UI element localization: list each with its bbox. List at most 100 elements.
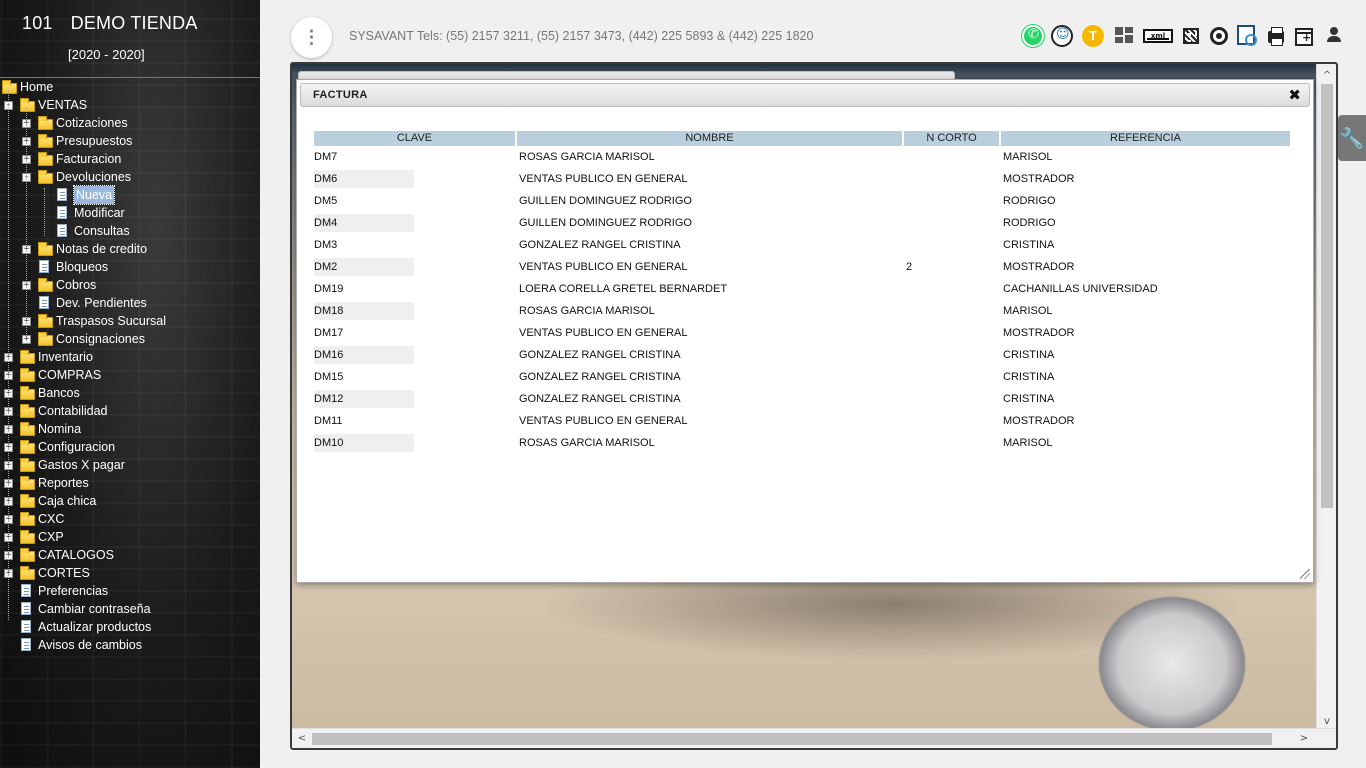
printer-icon[interactable] — [1268, 27, 1284, 46]
column-header-referencia[interactable]: REFERENCIA — [1001, 131, 1290, 146]
whatsapp-icon[interactable] — [1022, 25, 1044, 47]
tree-item-cxp[interactable]: + CXP — [0, 528, 260, 546]
table-row[interactable]: DM4 GUILLEN DOMINGUEZ RODRIGO RODRIGO — [314, 212, 1290, 234]
table-row[interactable]: DM5 GUILLEN DOMINGUEZ RODRIGO RODRIGO — [314, 190, 1290, 212]
wrench-icon[interactable]: 🔧 — [1338, 115, 1366, 161]
dialog-header[interactable]: FACTURA ✖ — [300, 83, 1310, 107]
tree-item-nueva[interactable]: Nueva — [0, 185, 260, 205]
xml-icon[interactable]: xml — [1143, 29, 1173, 43]
document-icon — [57, 188, 67, 201]
tree-item-cambiar-contrase-a[interactable]: Cambiar contraseña — [0, 600, 260, 618]
user-icon[interactable] — [1324, 25, 1344, 45]
table-row[interactable]: DM2 VENTAS PUBLICO EN GENERAL 2 MOSTRADOR — [314, 256, 1290, 278]
target-icon[interactable] — [1210, 27, 1228, 45]
cell-referencia: MOSTRADOR — [1003, 327, 1075, 339]
qr-code-icon[interactable] — [1183, 28, 1199, 44]
tree-item-consignaciones[interactable]: + Consignaciones — [0, 330, 260, 348]
tree-item-cotizaciones[interactable]: + Cotizaciones — [0, 114, 260, 132]
clave-value: DM10 — [314, 434, 414, 452]
table-row[interactable]: DM17 VENTAS PUBLICO EN GENERAL MOSTRADOR — [314, 322, 1290, 344]
cell-n-corto — [904, 432, 999, 454]
table-row[interactable]: DM10 ROSAS GARCIA MARISOL MARISOL — [314, 432, 1290, 454]
tree-item-dev-pendientes[interactable]: Dev. Pendientes — [0, 294, 260, 312]
tree-item-bancos[interactable]: + Bancos — [0, 384, 260, 402]
tree-item-nomina[interactable]: + Nomina — [0, 420, 260, 438]
tree-item-preferencias[interactable]: Preferencias — [0, 582, 260, 600]
tree-item-cxc[interactable]: + CXC — [0, 510, 260, 528]
tree-item-home[interactable]: Home — [0, 78, 260, 96]
horizontal-scrollbar[interactable]: < > — [292, 728, 1336, 748]
tree-item-reportes[interactable]: + Reportes — [0, 474, 260, 492]
tree-item-cortes[interactable]: + CORTES — [0, 564, 260, 582]
tree-item-actualizar-productos[interactable]: Actualizar productos — [0, 618, 260, 636]
clave-value: DM3 — [314, 239, 338, 251]
tree-item-notas-de-credito[interactable]: + Notas de credito — [0, 240, 260, 258]
tree-item-gastos-x-pagar[interactable]: + Gastos X pagar — [0, 456, 260, 474]
cell-nombre: GONZALEZ RANGEL CRISTINA — [519, 349, 681, 361]
new-window-icon[interactable] — [1295, 28, 1313, 46]
clave-value: DM12 — [314, 390, 414, 408]
clave-value: DM15 — [314, 371, 344, 383]
horizontal-scroll-thumb[interactable] — [312, 733, 1272, 745]
tree-item-label: Facturacion — [56, 152, 122, 166]
cell-nombre: VENTAS PUBLICO EN GENERAL — [519, 327, 688, 339]
company-title: 101 DEMO TIENDA — [22, 13, 198, 34]
resize-handle-icon[interactable] — [1300, 569, 1310, 579]
report-search-icon[interactable] — [1237, 25, 1257, 46]
tree-item-avisos-de-cambios[interactable]: Avisos de cambios — [0, 636, 260, 654]
column-header-n-corto[interactable]: N CORTO — [904, 131, 999, 146]
tree-item-compras[interactable]: + COMPRAS — [0, 366, 260, 384]
scroll-right-icon[interactable]: > — [1296, 729, 1312, 748]
tree-item-configuracion[interactable]: + Configuracion — [0, 438, 260, 456]
t-coin-icon[interactable]: T — [1082, 25, 1104, 47]
tree-item-inventario[interactable]: + Inventario — [0, 348, 260, 366]
vertical-scrollbar[interactable]: ^ v — [1316, 64, 1336, 732]
cell-referencia: MOSTRADOR — [1003, 261, 1075, 273]
tree-item-devoluciones[interactable]: - Devoluciones — [0, 168, 260, 186]
menu-button[interactable]: ⋮ — [291, 17, 332, 58]
tree-item-contabilidad[interactable]: + Contabilidad — [0, 402, 260, 420]
tree-item-caja-chica[interactable]: + Caja chica — [0, 492, 260, 510]
tree-item-traspasos-sucursal[interactable]: + Traspasos Sucursal — [0, 312, 260, 330]
cell-clave: DM3 — [314, 234, 515, 256]
support-icon[interactable] — [1051, 25, 1073, 47]
table-row[interactable]: DM16 GONZALEZ RANGEL CRISTINA CRISTINA — [314, 344, 1290, 366]
folder-icon — [20, 548, 35, 562]
tree-item-cobros[interactable]: + Cobros — [0, 276, 260, 294]
table-header-row: CLAVE NOMBRE N CORTO REFERENCIA — [314, 131, 1290, 146]
table-row[interactable]: DM7 ROSAS GARCIA MARISOL MARISOL — [314, 146, 1290, 168]
folder-icon — [20, 566, 35, 580]
table-row[interactable]: DM12 GONZALEZ RANGEL CRISTINA CRISTINA — [314, 388, 1290, 410]
column-header-nombre[interactable]: NOMBRE — [517, 131, 902, 146]
tree-guide-line — [44, 188, 45, 236]
table-row[interactable]: DM19 LOERA CORELLA GRETEL BERNARDET CACHAN… — [314, 278, 1290, 300]
tree-item-consultas[interactable]: Consultas — [0, 222, 260, 240]
table-row[interactable]: DM18 ROSAS GARCIA MARISOL MARISOL — [314, 300, 1290, 322]
cell-clave: DM10 — [314, 432, 515, 454]
folder-icon — [20, 386, 35, 400]
scroll-up-icon[interactable]: ^ — [1317, 68, 1336, 84]
cell-clave: DM6 — [314, 168, 515, 190]
table-row[interactable]: DM6 VENTAS PUBLICO EN GENERAL MOSTRADOR — [314, 168, 1290, 190]
cell-clave: DM2 — [314, 256, 515, 278]
tree-item-bloqueos[interactable]: Bloqueos — [0, 258, 260, 276]
dashboard-grid-icon[interactable] — [1113, 25, 1135, 47]
close-icon[interactable]: ✖ — [1288, 86, 1301, 104]
navigation-tree: Home - VENTAS + Cotizaciones + Presupuestos + Fa… — [0, 78, 260, 654]
cell-clave: DM19 — [314, 278, 515, 300]
cell-referencia: CRISTINA — [1003, 371, 1055, 383]
folder-icon — [20, 350, 35, 364]
tree-item-modificar[interactable]: Modificar — [0, 204, 260, 222]
tree-item-facturacion[interactable]: + Facturacion — [0, 150, 260, 168]
table-row[interactable]: DM15 GONZALEZ RANGEL CRISTINA CRISTINA — [314, 366, 1290, 388]
scroll-left-icon[interactable]: < — [294, 729, 310, 748]
table-row[interactable]: DM3 GONZALEZ RANGEL CRISTINA CRISTINA — [314, 234, 1290, 256]
document-icon — [39, 260, 49, 273]
tree-item-ventas[interactable]: - VENTAS — [0, 96, 260, 114]
table-row[interactable]: DM11 VENTAS PUBLICO EN GENERAL MOSTRADOR — [314, 410, 1290, 432]
tree-item-catalogos[interactable]: + CATALOGOS — [0, 546, 260, 564]
vertical-scroll-thumb[interactable] — [1321, 84, 1333, 508]
tree-item-presupuestos[interactable]: + Presupuestos — [0, 132, 260, 150]
cell-nombre: GUILLEN DOMINGUEZ RODRIGO — [519, 195, 692, 207]
column-header-clave[interactable]: CLAVE — [314, 131, 515, 146]
